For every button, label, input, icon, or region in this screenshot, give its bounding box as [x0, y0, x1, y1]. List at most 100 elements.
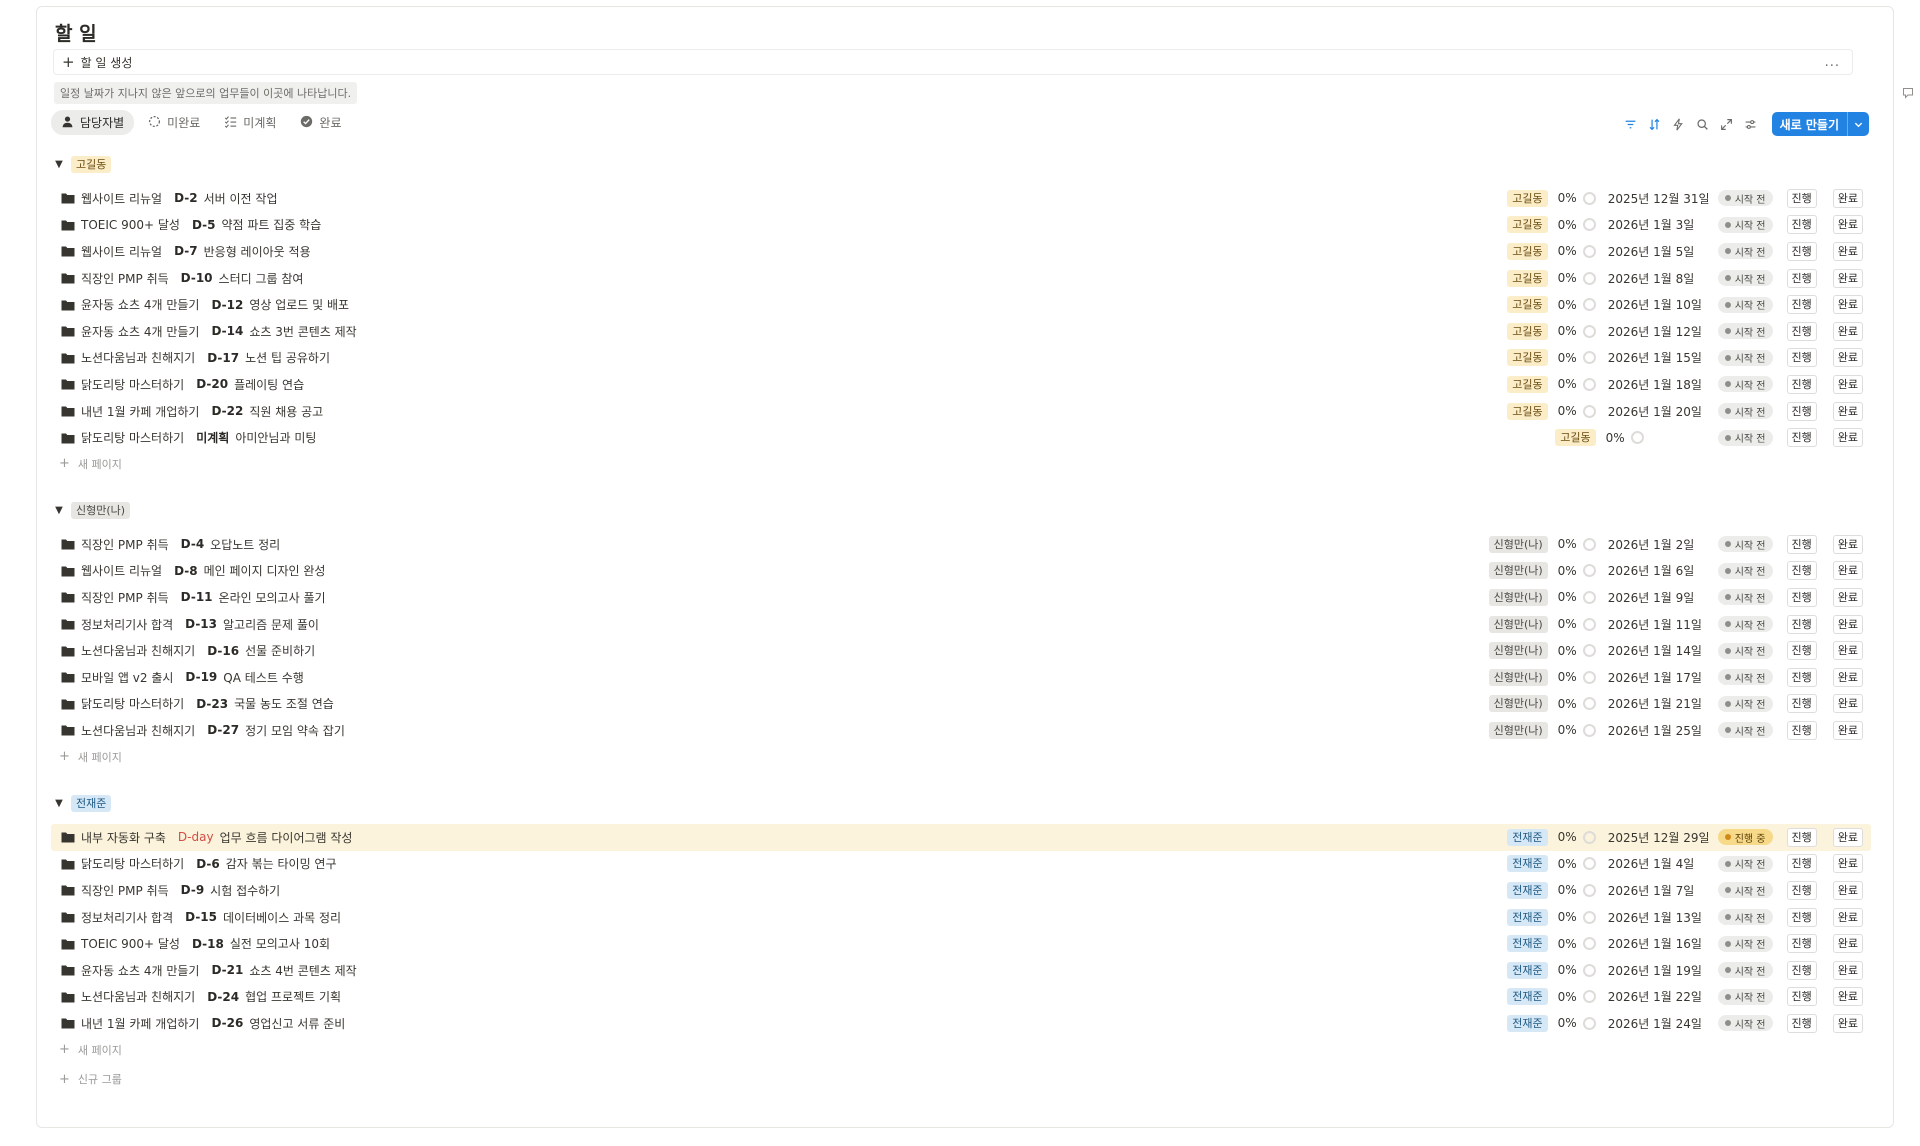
table-row[interactable]: 닭도리탕 마스터하기 D-20 플레이팅 연습 고길동 0% 2026년 1월 18일 시작… [51, 371, 1871, 398]
due-date[interactable]: 2026년 1월 24일 [1608, 1015, 1706, 1032]
table-row[interactable]: 웹사이트 리뉴얼 D-7 반응형 레이아웃 적용 고길동 0% 2026년 1월 5일 시작… [51, 238, 1871, 265]
new-page-button[interactable]: + 새 페이지 [51, 744, 1871, 770]
done-button[interactable]: 완료 [1832, 587, 1863, 607]
due-date[interactable]: 2026년 1월 8일 [1608, 270, 1706, 287]
table-row[interactable]: 윤자동 쇼츠 4개 만들기 D-21 쇼츠 4번 콘텐츠 제작 전재준 0% 2026년 … [51, 957, 1871, 984]
create-task-bar[interactable]: + 할 일 생성 ... [53, 49, 1853, 75]
start-button[interactable]: 진행 [1786, 428, 1817, 448]
due-date[interactable]: 2026년 1월 10일 [1608, 296, 1706, 313]
start-button[interactable]: 진행 [1786, 215, 1817, 235]
due-date[interactable]: 2026년 1월 20일 [1608, 403, 1706, 420]
status-badge[interactable]: 시작 전 [1717, 882, 1773, 899]
task-name[interactable]: 약점 파트 집중 학습 [221, 216, 321, 233]
start-button[interactable]: 진행 [1786, 374, 1817, 394]
table-row[interactable]: 노션다움님과 친해지기 D-24 협업 프로젝트 기획 전재준 0% 2026년 1월 2… [51, 984, 1871, 1011]
done-button[interactable]: 완료 [1832, 907, 1863, 927]
table-row[interactable]: 직장인 PMP 취득 D-10 스터디 그룹 참여 고길동 0% 2026년 1월 8일 시… [51, 265, 1871, 292]
done-button[interactable]: 완료 [1832, 215, 1863, 235]
status-badge[interactable]: 시작 전 [1717, 323, 1773, 340]
table-row[interactable]: TOEIC 900+ 달성 D-18 실전 모의고사 10회 전재준 0% 2026년 1… [51, 930, 1871, 957]
chevron-down-icon[interactable] [1847, 112, 1869, 136]
start-button[interactable]: 진행 [1786, 1013, 1817, 1033]
due-date[interactable]: 2026년 1월 18일 [1608, 376, 1706, 393]
status-badge[interactable]: 시작 전 [1717, 1015, 1773, 1032]
start-button[interactable]: 진행 [1786, 880, 1817, 900]
due-date[interactable]: 2026년 1월 16일 [1608, 935, 1706, 952]
task-name[interactable]: 스터디 그룹 참여 [219, 270, 304, 287]
start-button[interactable]: 진행 [1786, 295, 1817, 315]
start-button[interactable]: 진행 [1786, 348, 1817, 368]
tab-incomplete[interactable]: 미완료 [138, 110, 210, 135]
due-date[interactable]: 2026년 1월 11일 [1608, 616, 1706, 633]
task-name[interactable]: 정기 모임 약속 잡기 [245, 722, 345, 739]
table-row[interactable]: TOEIC 900+ 달성 D-5 약점 파트 집중 학습 고길동 0% 2026년 1월… [51, 212, 1871, 239]
task-name[interactable]: 서버 이전 작업 [204, 190, 278, 207]
due-date[interactable]: 2026년 1월 2일 [1608, 536, 1706, 553]
done-button[interactable]: 완료 [1832, 268, 1863, 288]
lightning-icon[interactable] [1670, 115, 1688, 133]
new-page-button[interactable]: + 새 페이지 [51, 1037, 1871, 1063]
done-button[interactable]: 완료 [1832, 720, 1863, 740]
start-button[interactable]: 진행 [1786, 587, 1817, 607]
table-row[interactable]: 윤자동 쇼츠 4개 만들기 D-12 영상 업로드 및 배포 고길동 0% 2026년 1… [51, 291, 1871, 318]
done-button[interactable]: 완료 [1832, 534, 1863, 554]
done-button[interactable]: 완료 [1832, 960, 1863, 980]
done-button[interactable]: 완료 [1832, 561, 1863, 581]
task-name[interactable]: 업무 흐름 다이어그램 작성 [220, 829, 353, 846]
due-date[interactable]: 2026년 1월 25일 [1608, 722, 1706, 739]
due-date[interactable]: 2026년 1월 22일 [1608, 988, 1706, 1005]
due-date[interactable]: 2026년 1월 15일 [1608, 349, 1706, 366]
task-name[interactable]: 감자 볶는 타이밍 연구 [226, 855, 337, 872]
start-button[interactable]: 진행 [1786, 401, 1817, 421]
status-badge[interactable]: 시작 전 [1717, 296, 1773, 313]
start-button[interactable]: 진행 [1786, 614, 1817, 634]
start-button[interactable]: 진행 [1786, 561, 1817, 581]
done-button[interactable]: 완료 [1832, 348, 1863, 368]
task-name[interactable]: 노션 팁 공유하기 [245, 349, 330, 366]
table-row[interactable]: 직장인 PMP 취득 D-9 시험 접수하기 전재준 0% 2026년 1월 7일 시작 전… [51, 877, 1871, 904]
table-row[interactable]: 내년 1월 카페 개업하기 D-22 직원 채용 공고 고길동 0% 2026년 1월 2… [51, 398, 1871, 425]
task-name[interactable]: 쇼츠 3번 콘텐츠 제작 [249, 323, 356, 340]
start-button[interactable]: 진행 [1786, 854, 1817, 874]
filter-icon[interactable] [1622, 115, 1640, 133]
task-name[interactable]: 데이터베이스 과목 정리 [223, 909, 341, 926]
caret-down-icon[interactable]: ▼ [51, 798, 67, 809]
task-name[interactable]: 국물 농도 조절 연습 [234, 695, 334, 712]
comment-icon[interactable] [1902, 84, 1914, 99]
due-date[interactable]: 2025년 12월 29일 [1608, 829, 1710, 846]
status-badge[interactable]: 시작 전 [1717, 589, 1773, 606]
status-badge[interactable]: 시작 전 [1717, 642, 1773, 659]
start-button[interactable]: 진행 [1786, 241, 1817, 261]
group-header[interactable]: ▼ 전재준 [51, 792, 1871, 814]
start-button[interactable]: 진행 [1786, 934, 1817, 954]
table-row[interactable]: 직장인 PMP 취득 D-4 오답노트 정리 신형만(나) 0% 2026년 1월 2일 시… [51, 531, 1871, 558]
due-date[interactable]: 2026년 1월 3일 [1608, 216, 1706, 233]
done-button[interactable]: 완료 [1832, 321, 1863, 341]
task-name[interactable]: 협업 프로젝트 기획 [245, 988, 341, 1005]
new-group-button[interactable]: + 신규 그룹 [59, 1071, 122, 1087]
status-badge[interactable]: 시작 전 [1717, 536, 1773, 553]
start-button[interactable]: 진행 [1786, 827, 1817, 847]
status-badge[interactable]: 시작 전 [1717, 403, 1773, 420]
table-row[interactable]: 웹사이트 리뉴얼 D-8 메인 페이지 디자인 완성 신형만(나) 0% 2026년 1월… [51, 558, 1871, 585]
done-button[interactable]: 완료 [1832, 854, 1863, 874]
table-row[interactable]: 정보처리기사 합격 D-15 데이터베이스 과목 정리 전재준 0% 2026년 1월 1… [51, 904, 1871, 931]
table-row[interactable]: 정보처리기사 합격 D-13 알고리즘 문제 풀이 신형만(나) 0% 2026년 1월 … [51, 611, 1871, 638]
done-button[interactable]: 완료 [1832, 987, 1863, 1007]
tab-by-assignee[interactable]: 담당자별 [51, 110, 135, 135]
status-badge[interactable]: 시작 전 [1717, 349, 1773, 366]
done-button[interactable]: 완료 [1832, 614, 1863, 634]
status-badge[interactable]: 진행 중 [1717, 829, 1773, 846]
done-button[interactable]: 완료 [1832, 667, 1863, 687]
task-name[interactable]: QA 테스트 수행 [223, 669, 303, 686]
expand-icon[interactable] [1718, 115, 1736, 133]
status-badge[interactable]: 시작 전 [1717, 243, 1773, 260]
task-name[interactable]: 선물 준비하기 [245, 642, 315, 659]
done-button[interactable]: 완료 [1832, 188, 1863, 208]
task-name[interactable]: 쇼츠 4번 콘텐츠 제작 [249, 962, 356, 979]
status-badge[interactable]: 시작 전 [1717, 616, 1773, 633]
status-badge[interactable]: 시작 전 [1717, 376, 1773, 393]
task-name[interactable]: 메인 페이지 디자인 완성 [204, 562, 326, 579]
table-row[interactable]: 닭도리탕 마스터하기 D-6 감자 볶는 타이밍 연구 전재준 0% 2026년 1월 4… [51, 851, 1871, 878]
due-date[interactable]: 2026년 1월 7일 [1608, 882, 1706, 899]
